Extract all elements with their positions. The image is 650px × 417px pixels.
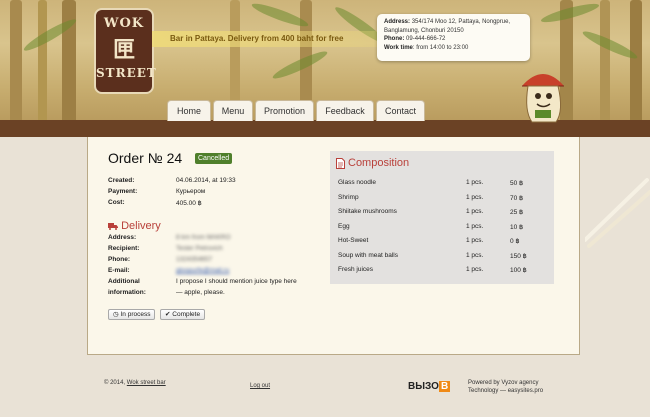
status-badge: Cancelled — [195, 153, 233, 164]
composition-row: Hot-Sweet 1 pcs. 0 ฿ — [338, 237, 546, 249]
composition-row: Shrimp 1 pcs. 70 ฿ — [338, 194, 546, 206]
item-name: Fresh juices — [338, 266, 374, 273]
truck-icon — [108, 223, 118, 230]
document-icon — [336, 158, 345, 169]
powered-by: Powered by Vyzov agency — [468, 380, 539, 386]
site-logo[interactable]: WOK 匣 STREET — [94, 8, 157, 94]
composition-row: Egg 1 pcs. 10 ฿ — [338, 223, 546, 235]
contact-info-box: Address: 354/174 Moo 12, Pattaya, Nongpr… — [377, 14, 530, 61]
nav-home[interactable]: Home — [167, 100, 211, 121]
bamboo-decoration — [10, 0, 22, 124]
order-title: Order № 24 — [108, 150, 183, 166]
item-quantity: 1 pcs. — [466, 237, 484, 244]
composition-heading: Composition — [348, 157, 410, 169]
item-price: 10 ฿ — [510, 223, 524, 231]
item-name: Shrimp — [338, 193, 359, 201]
nav-feedback[interactable]: Feedback — [316, 100, 374, 121]
agency-logo[interactable]: ВЫЗО В — [408, 381, 451, 392]
nav-contact[interactable]: Contact — [376, 100, 425, 121]
item-name: Hot-Sweet — [338, 237, 369, 244]
composition-row: Fresh juices 1 pcs. 100 ฿ — [338, 266, 546, 278]
site-tagline: Bar in Pattaya. Delivery from 400 baht f… — [152, 31, 384, 47]
contact-hours: Work time: from 14:00 to 23:00 — [384, 44, 469, 51]
site-link[interactable]: Wok street bar — [127, 380, 166, 386]
technology-credit: Technology — easysites.pro — [468, 388, 544, 394]
nav-promotion[interactable]: Promotion — [255, 100, 314, 121]
item-name: Soup with meat balls — [338, 251, 398, 259]
logo-glyph: 匣 — [112, 37, 135, 63]
delivery-heading: Delivery — [108, 220, 161, 232]
item-quantity: 1 pcs. — [466, 193, 484, 201]
item-price: 25 ฿ — [510, 209, 524, 216]
item-name: Glass noodle — [338, 179, 376, 186]
in-process-button[interactable]: ◷ In process — [108, 309, 156, 320]
item-name: Shiitake mushrooms — [338, 208, 397, 215]
item-price: 150 ฿ — [510, 252, 527, 260]
order-panel: Order № 24 Cancelled Created: 04.06.2014,… — [87, 137, 580, 355]
complete-button[interactable]: ✔ Complete — [160, 309, 206, 320]
composition-row: Soup with meat balls 1 pcs. 150 ฿ — [338, 252, 546, 264]
composition-row: Shiitake mushrooms 1 pcs. 25 ฿ — [338, 208, 546, 220]
copyright: © 2014, Wok street bar — [104, 380, 166, 386]
composition-panel: Composition Glass noodle 1 pcs. 50 ฿ Shrimp… — [330, 151, 554, 284]
chopsticks-decoration — [585, 178, 650, 248]
check-icon: ✔ — [165, 311, 171, 318]
item-quantity: 1 pcs. — [466, 251, 484, 259]
clock-icon: ◷ — [113, 311, 119, 318]
item-price: 0 ฿ — [510, 238, 520, 245]
item-quantity: 1 pcs. — [466, 179, 484, 186]
bamboo-decoration — [38, 0, 47, 124]
item-quantity: 1 pcs. — [466, 208, 484, 215]
logout-link[interactable]: Log out — [250, 383, 270, 389]
item-quantity: 1 pcs. — [466, 266, 484, 273]
contact-address: Address: 354/174 Moo 12, Pattaya, Nongpr… — [384, 19, 511, 34]
item-price: 50 ฿ — [510, 180, 524, 187]
site-footer: © 2014, Wok street bar Log out ВЫЗО В Pow… — [0, 355, 650, 417]
logout-area: Log out — [250, 383, 270, 389]
noodle-box-mascot — [522, 74, 564, 123]
logo-text-top: WOK — [103, 16, 145, 31]
item-price: 70 ฿ — [510, 194, 524, 202]
bamboo-decoration — [600, 0, 610, 124]
item-name: Egg — [338, 222, 350, 230]
composition-row: Glass noodle 1 pcs. 50 ฿ — [338, 179, 546, 191]
bamboo-decoration — [630, 0, 642, 124]
logo-text-bottom: STREET — [96, 66, 157, 80]
item-price: 100 ฿ — [510, 267, 527, 274]
contact-phone: Phone: 09-444-666-72 — [384, 36, 446, 42]
item-quantity: 1 pcs. — [466, 222, 484, 230]
nav-menu[interactable]: Menu — [213, 100, 253, 121]
